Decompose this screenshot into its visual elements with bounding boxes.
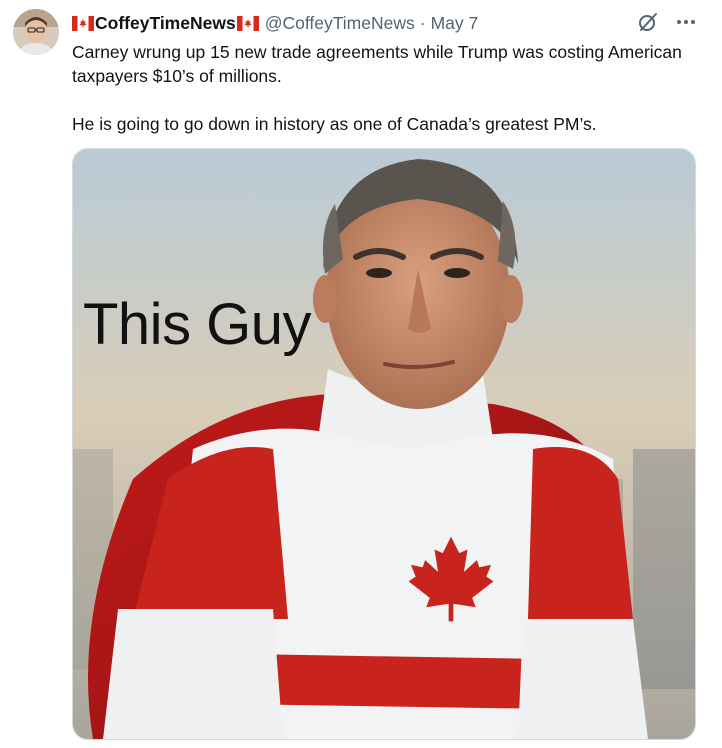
grok-icon[interactable]	[636, 10, 660, 34]
canada-flag-icon	[236, 15, 259, 31]
tweet-media-image[interactable]: This Guy	[72, 148, 696, 740]
superhero-image	[73, 149, 695, 739]
canada-flag-icon	[72, 15, 94, 31]
tweet-header: CoffeyTimeNews @CoffeyTimeNews · May 7	[72, 11, 478, 35]
tweet-paragraph: He is going to go down in history as one…	[72, 114, 597, 134]
user-handle[interactable]: @CoffeyTimeNews	[265, 13, 415, 34]
avatar-image	[13, 9, 59, 55]
tweet: CoffeyTimeNews @CoffeyTimeNews · May 7 C…	[0, 0, 722, 748]
display-name[interactable]: CoffeyTimeNews	[95, 13, 236, 34]
separator-dot: ·	[419, 12, 426, 33]
tweet-paragraph: Carney wrung up 15 new trade agreements …	[72, 42, 682, 86]
image-overlay-text: This Guy	[83, 292, 312, 357]
tweet-date[interactable]: May 7	[431, 13, 479, 34]
avatar[interactable]	[13, 9, 59, 55]
more-icon[interactable]	[674, 10, 698, 34]
tweet-text: Carney wrung up 15 new trade agreements …	[72, 40, 702, 136]
tweet-actions-top	[636, 10, 698, 34]
